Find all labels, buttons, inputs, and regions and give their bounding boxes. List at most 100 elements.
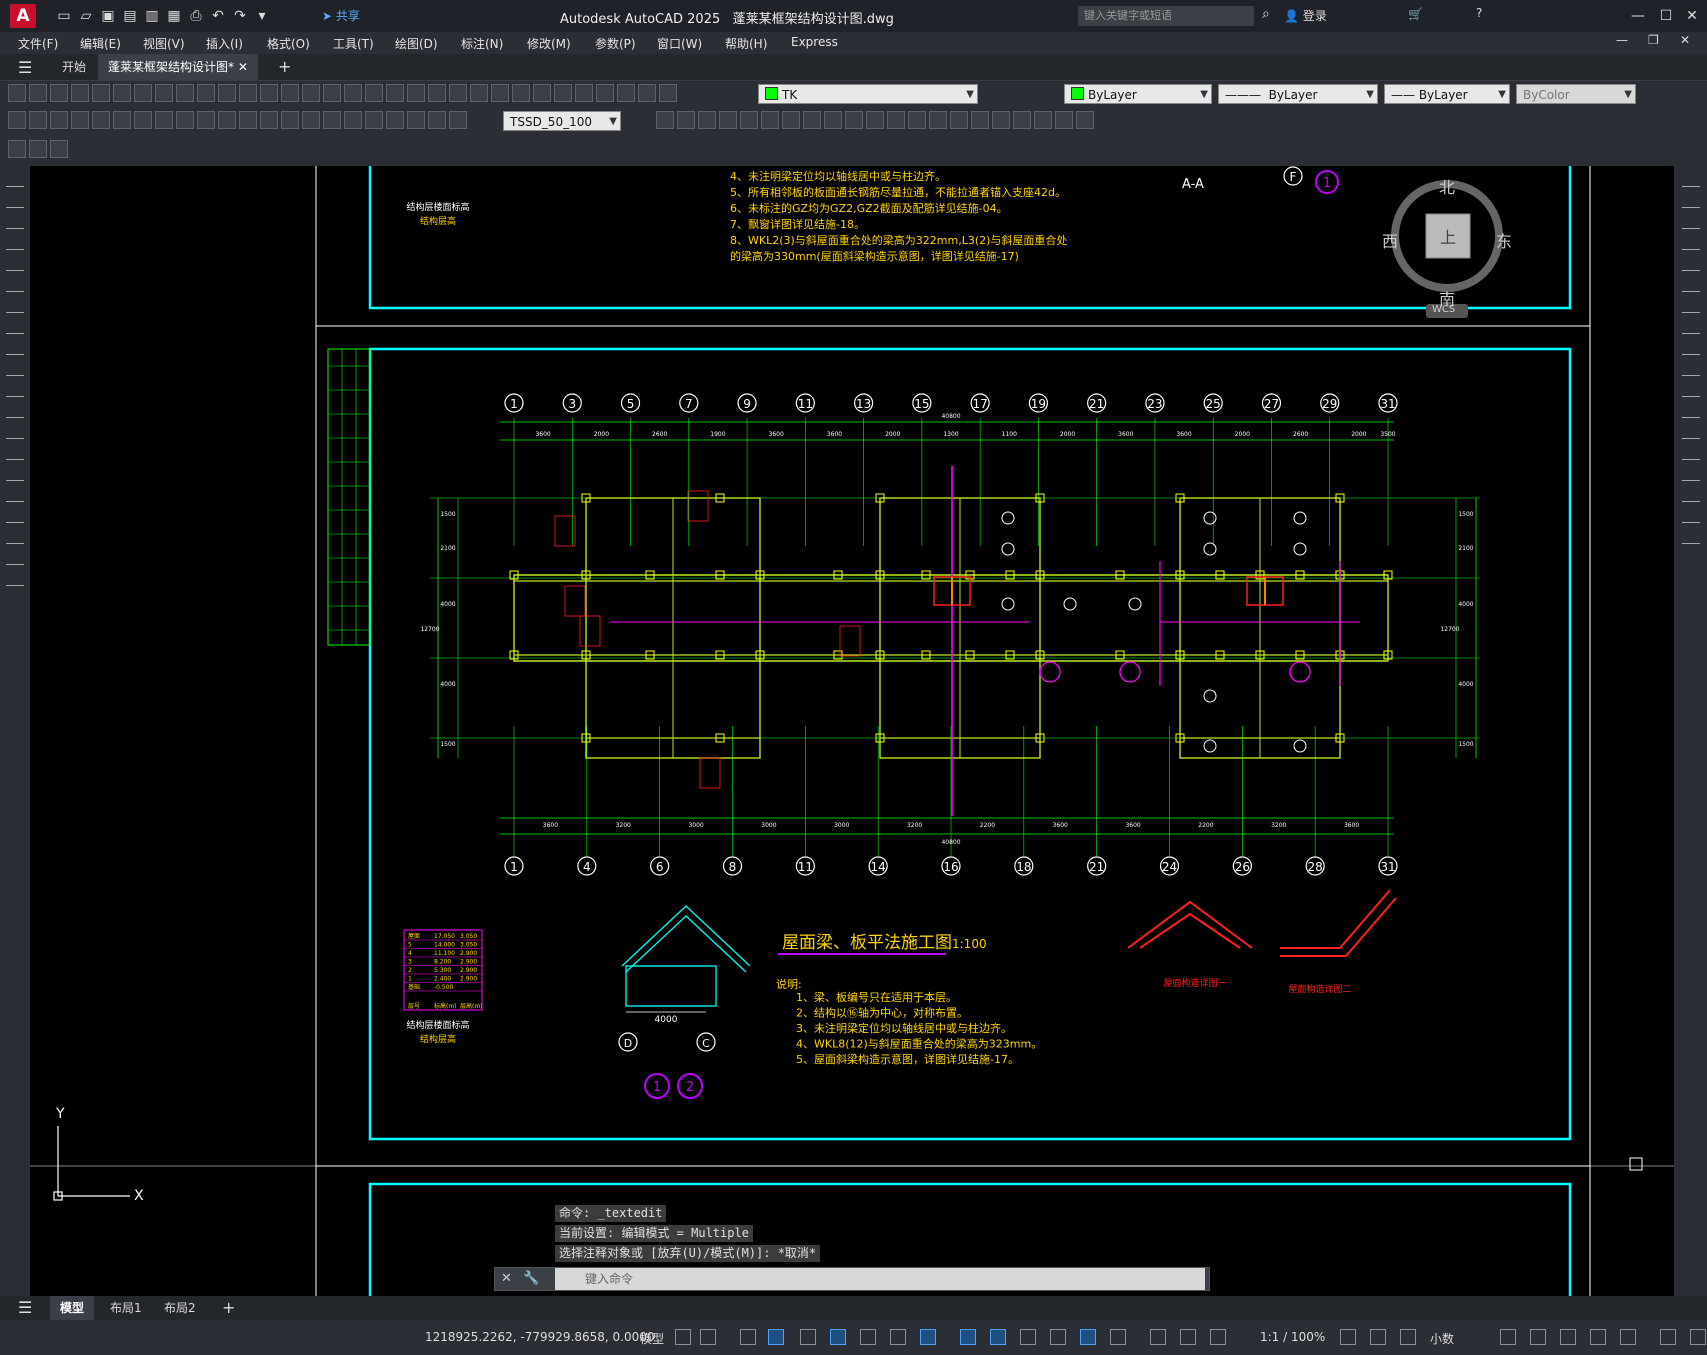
dimension-tool-icon[interactable] [29,111,47,129]
status-toggle-icon[interactable] [1500,1329,1516,1345]
dimension-tool-icon[interactable] [428,111,446,129]
toolbar-tool-icon[interactable] [365,84,383,102]
dimension-tool-icon[interactable] [218,111,236,129]
modify-tool-icon[interactable] [719,111,737,129]
extra-tool-icon[interactable] [50,140,68,158]
modify-tool-icon[interactable] [740,111,758,129]
toolbar-tool-icon[interactable] [155,84,173,102]
toolbar-tool-icon[interactable] [197,84,215,102]
viewcube-top[interactable]: 上 [1440,224,1456,248]
toolbar-tool-icon[interactable] [344,84,362,102]
toolbar-tool-icon[interactable] [218,84,236,102]
dimension-tool-icon[interactable] [386,111,404,129]
modify-tool-icon[interactable] [1682,214,1700,229]
status-toggle-icon[interactable] [768,1329,784,1345]
modify-tool-icon[interactable] [803,111,821,129]
color-combo[interactable]: ByLayer ▼ [1064,84,1212,104]
menu-edit[interactable]: 编辑(E) [80,35,121,52]
status-toggle-icon[interactable] [1150,1329,1166,1345]
status-toggle-icon[interactable] [1590,1329,1606,1345]
status-toggle-icon[interactable] [1660,1329,1676,1345]
draw-tool-icon[interactable] [6,172,24,187]
toolbar-tool-icon[interactable] [449,84,467,102]
dimension-tool-icon[interactable] [71,111,89,129]
draw-tool-icon[interactable] [6,487,24,502]
doc-minimize-button[interactable]: — [1616,33,1628,47]
status-toggle-icon[interactable] [675,1329,691,1345]
draw-tool-icon[interactable] [6,529,24,544]
toolbar-tool-icon[interactable] [596,84,614,102]
linetype-combo[interactable]: ——— ByLayer ▼ [1218,84,1378,104]
lineweight-combo[interactable]: —— ByLayer ▼ [1384,84,1510,104]
modify-tool-icon[interactable] [1013,111,1031,129]
menu-dimension[interactable]: 标注(N) [461,35,503,52]
search-icon[interactable]: ⌕ [1262,6,1270,22]
viewcube-north[interactable]: 北 [1439,174,1455,198]
help-icon[interactable]: ? [1476,6,1482,20]
model-space-toggle[interactable]: 模型 [640,1330,664,1347]
toolbar-tool-icon[interactable] [302,84,320,102]
menu-format[interactable]: 格式(O) [267,35,310,52]
status-toggle-icon[interactable] [1400,1329,1416,1345]
doc-close-button[interactable]: ✕ [1680,33,1690,47]
modify-tool-icon[interactable] [677,111,695,129]
toolbar-tool-icon[interactable] [533,84,551,102]
dimension-tool-icon[interactable] [302,111,320,129]
toolbar-tool-icon[interactable] [260,84,278,102]
status-toggle-icon[interactable] [740,1329,756,1345]
modify-tool-icon[interactable] [1682,340,1700,355]
modify-tool-icon[interactable] [761,111,779,129]
undo-icon[interactable]: ↶ [208,6,228,26]
modify-tool-icon[interactable] [866,111,884,129]
toolbar-tool-icon[interactable] [470,84,488,102]
new-tab-button[interactable]: + [268,54,301,80]
dimension-tool-icon[interactable] [365,111,383,129]
plot-icon[interactable]: ⎙ [186,6,206,26]
dimension-tool-icon[interactable] [407,111,425,129]
status-toggle-icon[interactable] [830,1329,846,1345]
menu-params[interactable]: 参数(P) [595,35,636,52]
tab-model[interactable]: 模型 [50,1296,95,1320]
modify-tool-icon[interactable] [698,111,716,129]
modify-tool-icon[interactable] [1682,319,1700,334]
tab-layout2[interactable]: 布局2 [154,1296,206,1320]
menu-draw[interactable]: 绘图(D) [395,35,438,52]
draw-tool-icon[interactable] [6,298,24,313]
draw-tool-icon[interactable] [6,256,24,271]
toolbar-tool-icon[interactable] [8,84,26,102]
menu-help[interactable]: 帮助(H) [725,35,767,52]
viewcube-east[interactable]: 东 [1496,228,1512,252]
search-input[interactable]: 键入关键字或短语 [1078,6,1254,26]
login-button[interactable]: 👤 登录 [1284,7,1327,24]
toolbar-tool-icon[interactable] [428,84,446,102]
draw-tool-icon[interactable] [6,277,24,292]
status-toggle-icon[interactable] [1530,1329,1546,1345]
modify-tool-icon[interactable] [1682,466,1700,481]
toolbar-tool-icon[interactable] [659,84,677,102]
draw-tool-icon[interactable] [6,340,24,355]
modify-tool-icon[interactable] [1682,403,1700,418]
menu-express[interactable]: Express [791,35,838,49]
toolbar-tool-icon[interactable] [239,84,257,102]
modify-tool-icon[interactable] [656,111,674,129]
dimension-tool-icon[interactable] [50,111,68,129]
qa-dropdown-icon[interactable]: ▾ [252,6,272,26]
status-toggle-icon[interactable] [1560,1329,1576,1345]
dimension-tool-icon[interactable] [155,111,173,129]
modify-tool-icon[interactable] [1682,235,1700,250]
add-layout-button[interactable]: + [212,1296,245,1320]
modify-tool-icon[interactable] [824,111,842,129]
modify-tool-icon[interactable] [1682,277,1700,292]
plotstyle-combo[interactable]: ByColor ▼ [1516,84,1636,104]
toolbar-tool-icon[interactable] [512,84,530,102]
dimension-tool-icon[interactable] [323,111,341,129]
save-as-icon[interactable]: ▤ [120,6,140,26]
units-selector[interactable]: 小数 [1430,1330,1454,1347]
extra-tool-icon[interactable] [29,140,47,158]
draw-tool-icon[interactable] [6,571,24,586]
modify-tool-icon[interactable] [1682,487,1700,502]
modify-tool-icon[interactable] [1682,508,1700,523]
modify-tool-icon[interactable] [1682,361,1700,376]
wcs-menu[interactable]: WCS [1432,304,1455,315]
modify-tool-icon[interactable] [1682,256,1700,271]
